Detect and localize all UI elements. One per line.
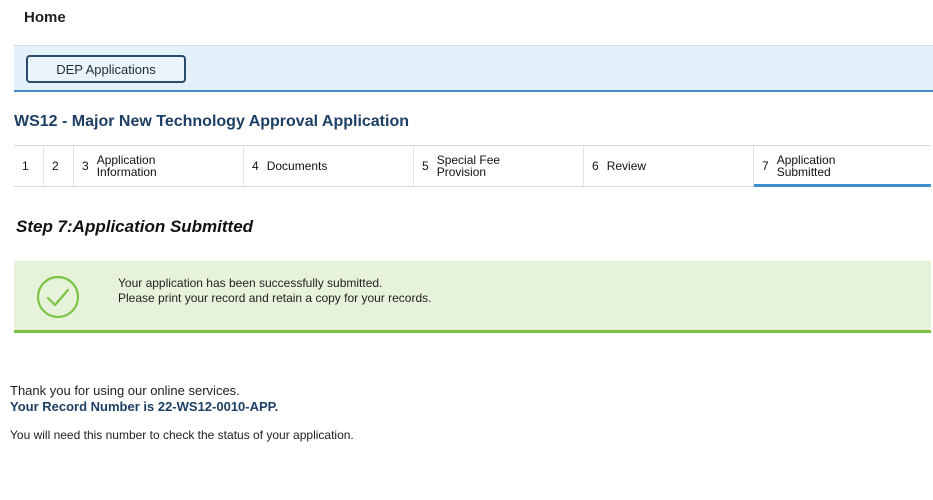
step-label: Review [606, 159, 647, 173]
step-label: Documents [266, 159, 328, 173]
step-6[interactable]: 6 Review [584, 146, 754, 186]
step-5[interactable]: 5 Special Fee Provision [414, 146, 584, 186]
record-number: Your Record Number is 22-WS12-0010-APP. [10, 399, 279, 414]
step-number: 3 [82, 159, 89, 173]
check-circle-icon [36, 275, 80, 319]
step-label: Application Submitted [776, 153, 836, 179]
step-number: 4 [252, 159, 259, 173]
thank-you-line: Thank you for using our online services. [10, 383, 240, 398]
step-7-current[interactable]: 7 Application Submitted [754, 146, 931, 187]
success-line-1: Your application has been successfully s… [118, 276, 383, 290]
success-line-2: Please print your record and retain a co… [118, 291, 432, 305]
step-3[interactable]: 3 Application Information [74, 146, 244, 186]
thank-you-message: Thank you for using our online services.… [10, 383, 278, 415]
step-2[interactable]: 2 [44, 146, 74, 186]
dep-applications-button[interactable]: DEP Applications [26, 55, 186, 83]
step-label: Application Information [96, 153, 157, 179]
step-number: 1 [22, 159, 29, 173]
step-number: 5 [422, 159, 429, 173]
step-heading: Step 7:Application Submitted [16, 217, 254, 236]
module-tab-bar: DEP Applications [14, 45, 933, 92]
success-message-box: Your application has been successfully s… [14, 261, 931, 333]
step-number: 2 [52, 159, 59, 173]
home-link[interactable]: Home [24, 9, 66, 26]
step-number: 6 [592, 159, 599, 173]
status-note: You will need this number to check the s… [10, 428, 354, 442]
step-number: 7 [762, 159, 769, 173]
step-label: Special Fee Provision [436, 153, 501, 179]
step-progress-bar: 1 2 3 Application Information 4 Document… [14, 145, 931, 187]
step-1[interactable]: 1 [14, 146, 44, 186]
success-text: Your application has been successfully s… [118, 276, 432, 306]
application-title: WS12 - Major New Technology Approval App… [14, 113, 409, 130]
step-4[interactable]: 4 Documents [244, 146, 414, 186]
